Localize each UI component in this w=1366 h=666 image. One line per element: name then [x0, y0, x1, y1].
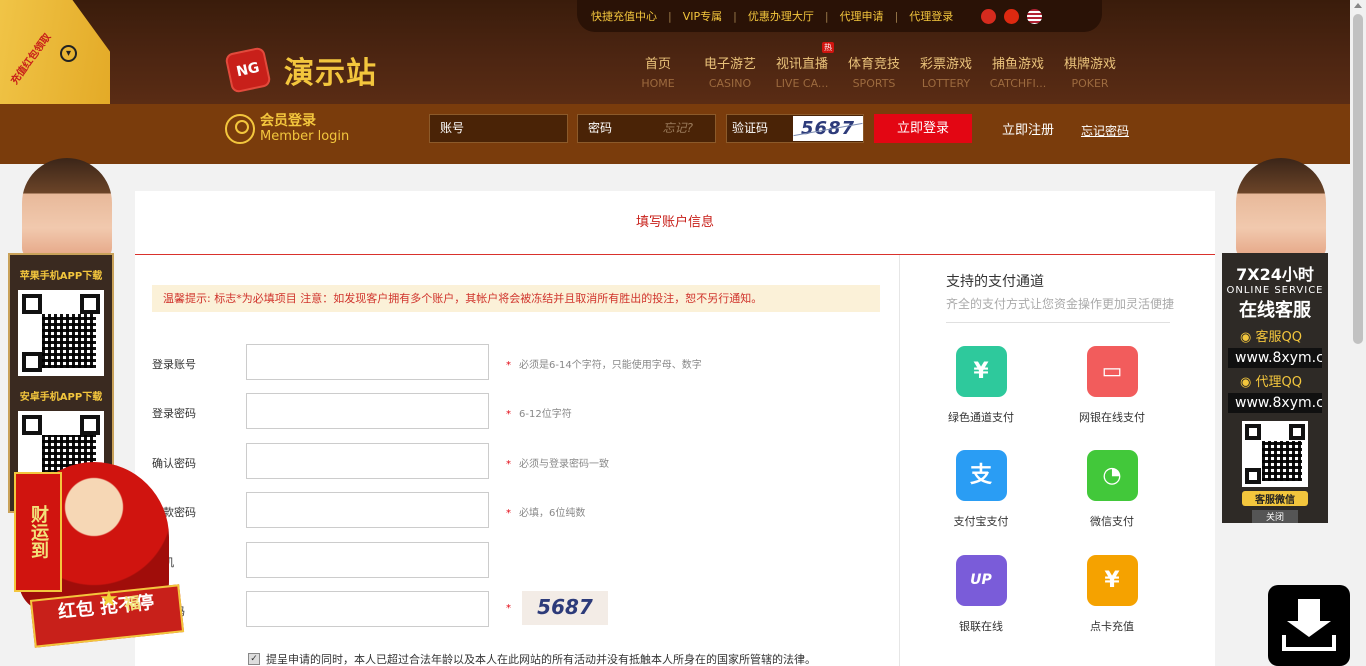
member-login-title: 会员登录 Member login [225, 114, 349, 144]
captcha-input[interactable]: 验证码 5687 [726, 114, 864, 143]
promotions-link[interactable]: 优惠办理大厅 [748, 8, 814, 24]
form-title: 填写账户信息 [135, 191, 1215, 255]
nav-home[interactable]: 首页 HOME [622, 53, 694, 90]
payment-unionpay[interactable]: UP 银联在线 [936, 555, 1026, 634]
ios-qr-code[interactable] [18, 290, 104, 376]
account-input[interactable]: 账号 [429, 114, 568, 143]
captcha-image[interactable]: 5687 [793, 116, 863, 141]
star-icon: ★ [99, 587, 119, 612]
payment-wechat[interactable]: ◔ 微信支付 [1067, 450, 1157, 529]
nav-casino[interactable]: 电子游艺 CASINO [694, 53, 766, 90]
register-link[interactable]: 立即注册 [1002, 119, 1054, 138]
nav-sports[interactable]: 体育竞技 SPORTS [838, 53, 910, 90]
qq-icon: ◉ [1240, 330, 1256, 345]
wechat-service-label: 客服微信 [1242, 491, 1308, 506]
left-model-image [22, 158, 112, 258]
alipay-icon: 支 [955, 450, 1007, 501]
user-icon [225, 114, 255, 144]
dice-logo-icon: NG [224, 46, 272, 94]
payment-panel: 支持的支付通道 齐全的支付方式让您资金操作更加灵活便捷 ¥ 绿色通道支付 ▭ 网… [899, 255, 1215, 666]
payment-online-bank[interactable]: ▭ 网银在线支付 [1067, 346, 1157, 425]
scroll-up-icon[interactable] [1354, 3, 1362, 8]
payment-green-channel[interactable]: ¥ 绿色通道支付 [936, 346, 1026, 425]
login-button[interactable]: 立即登录 [874, 114, 972, 143]
online-service-title: 在线客服 [1239, 300, 1311, 321]
wechat-qr-code[interactable] [1242, 421, 1308, 487]
username-input[interactable] [246, 344, 489, 380]
service-hours: 7X24小时 [1236, 265, 1314, 284]
header: 快捷充值中心 | VIP专属 | 优惠办理大厅 | 代理申请 | 代理登录 NG 演示站… [0, 0, 1350, 104]
service-qq-url[interactable]: www.8xym.cc [1228, 348, 1322, 368]
payment-title: 支持的支付通道 [946, 274, 1044, 290]
payment-subtitle: 齐全的支付方式让您资金操作更加灵活便捷 [946, 297, 1175, 311]
wechat-icon: ◔ [1086, 450, 1138, 501]
customer-service-panel: 7X24小时 ONLINE SERVICE 在线客服 ◉ 客服QQ www.8x… [1222, 253, 1328, 523]
close-button[interactable]: 关闭 [1252, 510, 1298, 523]
usa-flag-icon[interactable] [1027, 8, 1043, 24]
android-download-title: 安卓手机APP下载 [19, 392, 103, 403]
captcha-field[interactable] [246, 591, 489, 627]
nav-poker[interactable]: 棋牌游戏 POKER [1054, 53, 1126, 90]
withdraw-password-field[interactable] [246, 492, 489, 528]
qq-icon: ◉ [1240, 375, 1256, 390]
agent-login-link[interactable]: 代理登录 [909, 8, 953, 24]
confirm-password-field[interactable] [246, 443, 489, 479]
service-qq-label[interactable]: ◉ 客服QQ [1240, 326, 1328, 345]
chevron-down-icon[interactable]: ▾ [60, 45, 77, 62]
captcha-image[interactable]: 5687 [522, 591, 608, 625]
payment-card-topup[interactable]: ¥ 点卡充值 [1067, 555, 1157, 634]
red-envelope-promo[interactable]: 财运到 红包 抢不停 福 ★ [14, 452, 186, 652]
hong-kong-flag-icon[interactable] [981, 8, 997, 24]
ios-download-title: 苹果手机APP下载 [19, 271, 103, 282]
nav-live-casino[interactable]: 热视讯直播 LIVE CA... [766, 42, 838, 90]
china-flag-icon[interactable] [1004, 8, 1020, 24]
hot-badge: 热 [822, 42, 834, 53]
fortune-scroll: 财运到 [14, 472, 62, 592]
agent-apply-link[interactable]: 代理申请 [840, 8, 884, 24]
agent-qq-label[interactable]: ◉ 代理QQ [1240, 371, 1328, 390]
site-name: 演示站 [284, 56, 377, 91]
forgot-hint-link[interactable]: 忘记? [663, 115, 693, 142]
forgot-password-link[interactable]: 忘记密码 [1081, 122, 1129, 139]
bank-card-icon: ▭ [1086, 346, 1138, 397]
quick-recharge-link[interactable]: 快捷充值中心 [591, 8, 657, 24]
online-service-label: ONLINE SERVICE [1226, 285, 1324, 296]
agree-checkbox[interactable]: ✓ [248, 653, 260, 665]
nav-lottery[interactable]: 彩票游戏 LOTTERY [910, 53, 982, 90]
unionpay-icon: UP [955, 555, 1007, 606]
phone-field[interactable] [246, 542, 489, 578]
agreement: ✓ 提呈申请的同时，本人已超过合法年龄以及本人在此网站的所有活动并没有抵触本人所… [248, 651, 816, 666]
scrollbar-thumb[interactable] [1353, 14, 1363, 344]
payment-alipay[interactable]: 支 支付宝支付 [936, 450, 1026, 529]
warning-notice: 温馨提示: 标志*为必填项目 注意：如发现客户拥有多个账户，其帐户将会被冻结并且… [152, 285, 880, 312]
top-links-bar: 快捷充值中心 | VIP专属 | 优惠办理大厅 | 代理申请 | 代理登录 [577, 0, 1102, 32]
right-model-image [1236, 158, 1326, 258]
fu-label: 福 [122, 592, 142, 615]
download-button[interactable] [1268, 585, 1350, 666]
download-icon [1298, 599, 1320, 623]
agreement-text: 提呈申请的同时，本人已超过合法年龄以及本人在此网站的所有活动并没有抵触本人所身在… [266, 653, 816, 666]
registration-panel: 填写账户信息 温馨提示: 标志*为必填项目 注意：如发现客户拥有多个账户，其帐户… [135, 191, 1215, 666]
green-channel-icon: ¥ [955, 346, 1007, 397]
password-input[interactable]: 密码 忘记? [577, 114, 716, 143]
password-field[interactable] [246, 393, 489, 429]
site-logo[interactable]: NG 演示站 [224, 46, 377, 94]
page-scrollbar[interactable] [1350, 0, 1366, 666]
agent-qq-url[interactable]: www.8xym.cc [1228, 393, 1322, 413]
main-nav: 首页 HOME 电子游艺 CASINO 热视讯直播 LIVE CA... 体育竞技 SP… [622, 42, 1126, 90]
vip-link[interactable]: VIP专属 [683, 8, 722, 24]
card-topup-icon: ¥ [1086, 555, 1138, 606]
nav-fishing[interactable]: 捕鱼游戏 CATCHFI... [982, 53, 1054, 90]
member-login-bar: 会员登录 Member login 账号 密码 忘记? 验证码 5687 立即登录 … [0, 104, 1350, 164]
